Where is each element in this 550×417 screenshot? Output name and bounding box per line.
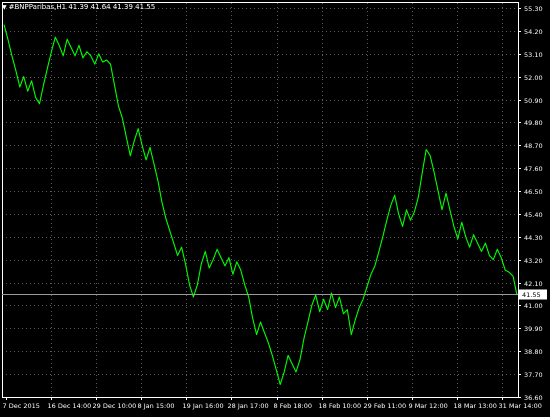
x-tick-label: 8 Feb 18:00 bbox=[274, 402, 313, 410]
chart-header: ▼ #BNPParibas,H1 41.39 41.64 41.39 41.55 bbox=[2, 3, 155, 11]
x-tick-label: 31 Mar 14:00 bbox=[499, 402, 542, 410]
y-tick-label: 39.90 bbox=[524, 325, 543, 333]
current-price-label: 41.55 bbox=[522, 291, 541, 299]
y-tick-label: 47.60 bbox=[524, 165, 543, 173]
y-tick-label: 38.80 bbox=[524, 348, 543, 356]
y-tick-label: 42.10 bbox=[524, 280, 543, 288]
x-tick-label: 29 Dec 10:00 bbox=[93, 402, 137, 410]
price-chart[interactable]: 55.30 54.20 53.10 52.00 50.90 49.80 48.70 47.60… bbox=[0, 0, 550, 413]
y-tick-label: 54.20 bbox=[524, 28, 543, 36]
y-tick-label: 36.60 bbox=[524, 394, 543, 402]
x-tick-label: 18 Feb 10:00 bbox=[319, 402, 362, 410]
chart-canvas[interactable]: 55.30 54.20 53.10 52.00 50.90 49.80 48.70 47.60… bbox=[0, 0, 550, 413]
x-tick-label: 28 Jan 17:00 bbox=[228, 402, 269, 410]
x-tick-label: 9 Mar 12:00 bbox=[409, 402, 448, 410]
x-tick-label: 18 Mar 13:00 bbox=[454, 402, 497, 410]
ohlc-values: 41.39 41.64 41.39 41.55 bbox=[68, 3, 156, 11]
y-tick-label: 45.40 bbox=[524, 211, 543, 219]
chart-menu-icon[interactable]: ▼ bbox=[2, 4, 7, 11]
y-tick-label: 43.20 bbox=[524, 257, 543, 265]
x-tick-label: 16 Dec 14:00 bbox=[48, 402, 92, 410]
symbol-label: #BNPParibas,H1 bbox=[8, 3, 67, 11]
y-tick-label: 48.70 bbox=[524, 142, 543, 150]
y-tick-label: 50.90 bbox=[524, 97, 543, 105]
y-tick-label: 37.70 bbox=[524, 371, 543, 379]
y-tick-label: 44.30 bbox=[524, 234, 543, 242]
x-tick-label: 7 Dec 2015 bbox=[3, 402, 40, 410]
x-tick-label: 19 Jan 16:00 bbox=[183, 402, 224, 410]
y-tick-label: 55.30 bbox=[524, 5, 543, 13]
x-tick-label: 8 Jan 15:00 bbox=[138, 402, 175, 410]
y-tick-label: 53.10 bbox=[524, 51, 543, 59]
x-tick-label: 29 Feb 11:00 bbox=[364, 402, 407, 410]
y-tick-label: 41.00 bbox=[524, 302, 543, 310]
y-tick-label: 46.50 bbox=[524, 188, 543, 196]
y-tick-label: 49.80 bbox=[524, 119, 543, 127]
y-tick-label: 52.00 bbox=[524, 74, 543, 82]
